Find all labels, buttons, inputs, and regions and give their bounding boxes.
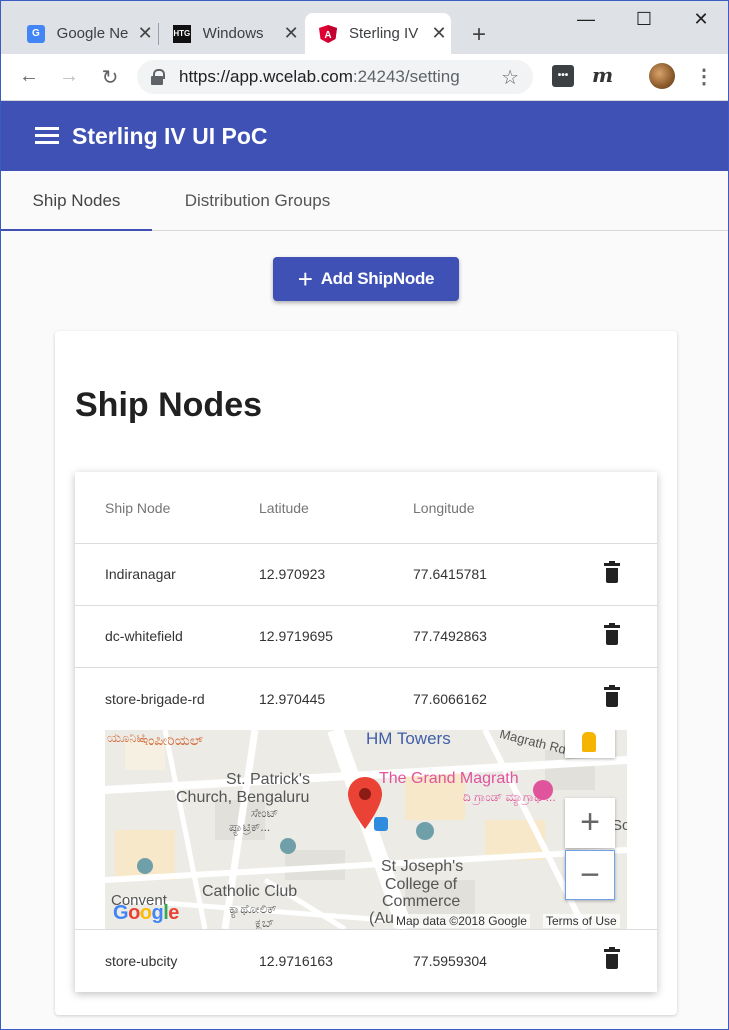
map-marker-icon[interactable]	[348, 777, 382, 829]
terms-of-use-link[interactable]: Terms of Use	[543, 914, 620, 928]
map-label-imperial-kn: ಇಂಪೀರಿಯಲ್	[139, 732, 204, 748]
ship-node-name: Indiranagar	[105, 566, 176, 582]
browser-window: G Google Ne ✕ HTG Windows ✕ A Sterling I…	[0, 0, 729, 1030]
browser-tab-sterling[interactable]: A Sterling IV ✕	[305, 13, 451, 54]
htg-icon: HTG	[173, 24, 191, 43]
maximize-icon[interactable]: ☐	[629, 9, 659, 30]
map-label-grand-magrath: The Grand Magrath	[379, 770, 519, 787]
map-data-attribution: Map data ©2018 Google	[393, 914, 530, 928]
map-label-commerce: Commerce	[382, 893, 461, 910]
password-manager-extension-icon[interactable]: •••	[552, 65, 574, 87]
browser-tab-google-news[interactable]: G Google Ne ✕	[19, 13, 153, 54]
profile-avatar[interactable]	[649, 63, 675, 89]
hotel-poi-icon[interactable]	[533, 780, 553, 800]
close-icon[interactable]: ✕	[137, 23, 153, 44]
browser-tab-windows[interactable]: HTG Windows ✕	[165, 13, 299, 54]
table-row[interactable]: Indiranagar 12.970923 77.6415781	[75, 543, 657, 605]
url-text: https://app.wcelab.com:24243/setting	[179, 67, 479, 87]
tab-strip: G Google Ne ✕ HTG Windows ✕ A Sterling I…	[1, 1, 728, 54]
latitude-value: 12.970923	[259, 566, 326, 582]
ship-node-name: dc-whitefield	[105, 628, 183, 644]
zoom-in-button[interactable]: +	[565, 798, 615, 848]
map-label-catholic-club: Catholic Club	[202, 883, 298, 900]
new-tab-button[interactable]: +	[467, 21, 491, 49]
table-row[interactable]: store-ubcity 12.9716163 77.5959304	[75, 929, 657, 992]
browser-tab-title: Sterling IV	[349, 25, 419, 42]
ship-node-name: store-ubcity	[105, 953, 178, 969]
app-title: Sterling IV UI PoC	[72, 122, 268, 149]
map-label-catholic-club-kn2: ಕ್ಲಬ್	[255, 916, 274, 929]
church-poi-icon[interactable]	[280, 838, 296, 854]
delete-trash-icon[interactable]	[604, 685, 620, 707]
longitude-value: 77.6066162	[413, 691, 487, 707]
tab-distribution-groups[interactable]: Distribution Groups	[152, 171, 363, 231]
map-label-st-patricks-kn2: ಪ್ಯಾಟ್ರಿಕ್...	[229, 820, 271, 834]
table-row[interactable]: dc-whitefield 12.9719695 77.7492863	[75, 605, 657, 667]
minimize-icon[interactable]: —	[571, 9, 601, 30]
add-shipnode-label: Add ShipNode	[320, 269, 435, 288]
angular-icon: A	[319, 24, 337, 43]
map-label-church: Church, Bengaluru	[176, 789, 310, 806]
browser-tab-title: Windows	[202, 25, 264, 42]
reload-icon[interactable]: ↻	[98, 65, 122, 90]
tab-ship-nodes[interactable]: Ship Nodes	[1, 171, 152, 231]
m-extension-icon[interactable]: m	[592, 63, 613, 87]
window-close-icon[interactable]: ✕	[686, 9, 716, 30]
url-path: :24243/setting	[352, 67, 460, 86]
map-label-au: (Au	[369, 910, 394, 927]
latitude-value: 12.9716163	[259, 953, 333, 969]
pegman-icon	[582, 732, 596, 752]
map-label-hm-towers: HM Towers	[366, 730, 451, 748]
map-streets	[105, 730, 627, 929]
map-label-college: College of	[385, 876, 458, 893]
location-map[interactable]: ಯೂನಿಟಿ ಇಂಪೀರಿಯಲ್ HM Towers Magrath Rd Th…	[105, 730, 627, 929]
longitude-value: 77.6415781	[413, 566, 487, 582]
ship-node-name: store-brigade-rd	[105, 691, 205, 707]
school-poi-icon[interactable]	[416, 822, 434, 840]
url-host: https://app.wcelab.com	[179, 67, 353, 86]
plus-icon: +	[297, 264, 313, 294]
street-view-button[interactable]	[565, 730, 615, 758]
map-label-st-patricks-kn: ಸೇಂಟ್	[251, 806, 279, 820]
delete-trash-icon[interactable]	[604, 623, 620, 645]
forward-arrow-icon[interactable]: →	[57, 65, 81, 88]
delete-trash-icon[interactable]	[604, 561, 620, 583]
column-header-longitude[interactable]: Longitude	[413, 500, 475, 516]
nav-tabs: Ship Nodes Distribution Groups	[1, 171, 728, 231]
browser-tab-title: Google Ne	[56, 25, 129, 42]
tab-separator	[158, 23, 159, 45]
lock-icon	[151, 69, 165, 85]
longitude-value: 77.7492863	[413, 628, 487, 644]
browser-toolbar: ← → ↻ https://app.wcelab.com:24243/setti…	[1, 54, 728, 101]
bookmark-star-icon[interactable]: ☆	[501, 65, 519, 90]
svg-text:A: A	[324, 30, 331, 41]
more-options-icon[interactable]: ⋮	[694, 64, 714, 89]
latitude-value: 12.970445	[259, 691, 326, 707]
address-bar[interactable]: https://app.wcelab.com:24243/setting ☆	[137, 60, 533, 94]
map-label-st-patricks: St. Patrick's	[226, 771, 310, 788]
back-arrow-icon[interactable]: ←	[17, 65, 41, 88]
app-bar: Sterling IV UI PoC	[1, 101, 728, 171]
hamburger-menu-icon[interactable]	[35, 127, 59, 145]
google-logo: Google	[113, 902, 179, 924]
place-poi-icon[interactable]	[137, 858, 153, 874]
column-header-ship-node[interactable]: Ship Node	[105, 500, 170, 516]
longitude-value: 77.5959304	[413, 953, 487, 969]
close-icon[interactable]: ✕	[283, 23, 299, 44]
google-news-icon: G	[27, 24, 45, 43]
latitude-value: 12.9719695	[259, 628, 333, 644]
map-label-catholic-club-kn: ಕ್ಯಾಥೋಲಿಕ್	[229, 902, 277, 916]
close-icon[interactable]: ✕	[431, 23, 447, 44]
column-header-latitude[interactable]: Latitude	[259, 500, 309, 516]
map-label-st-josephs: St Joseph's	[381, 858, 464, 875]
delete-trash-icon[interactable]	[604, 947, 620, 969]
zoom-out-button[interactable]: −	[565, 850, 615, 900]
card-title: Ship Nodes	[75, 386, 263, 424]
add-shipnode-button[interactable]: + Add ShipNode	[273, 257, 459, 301]
